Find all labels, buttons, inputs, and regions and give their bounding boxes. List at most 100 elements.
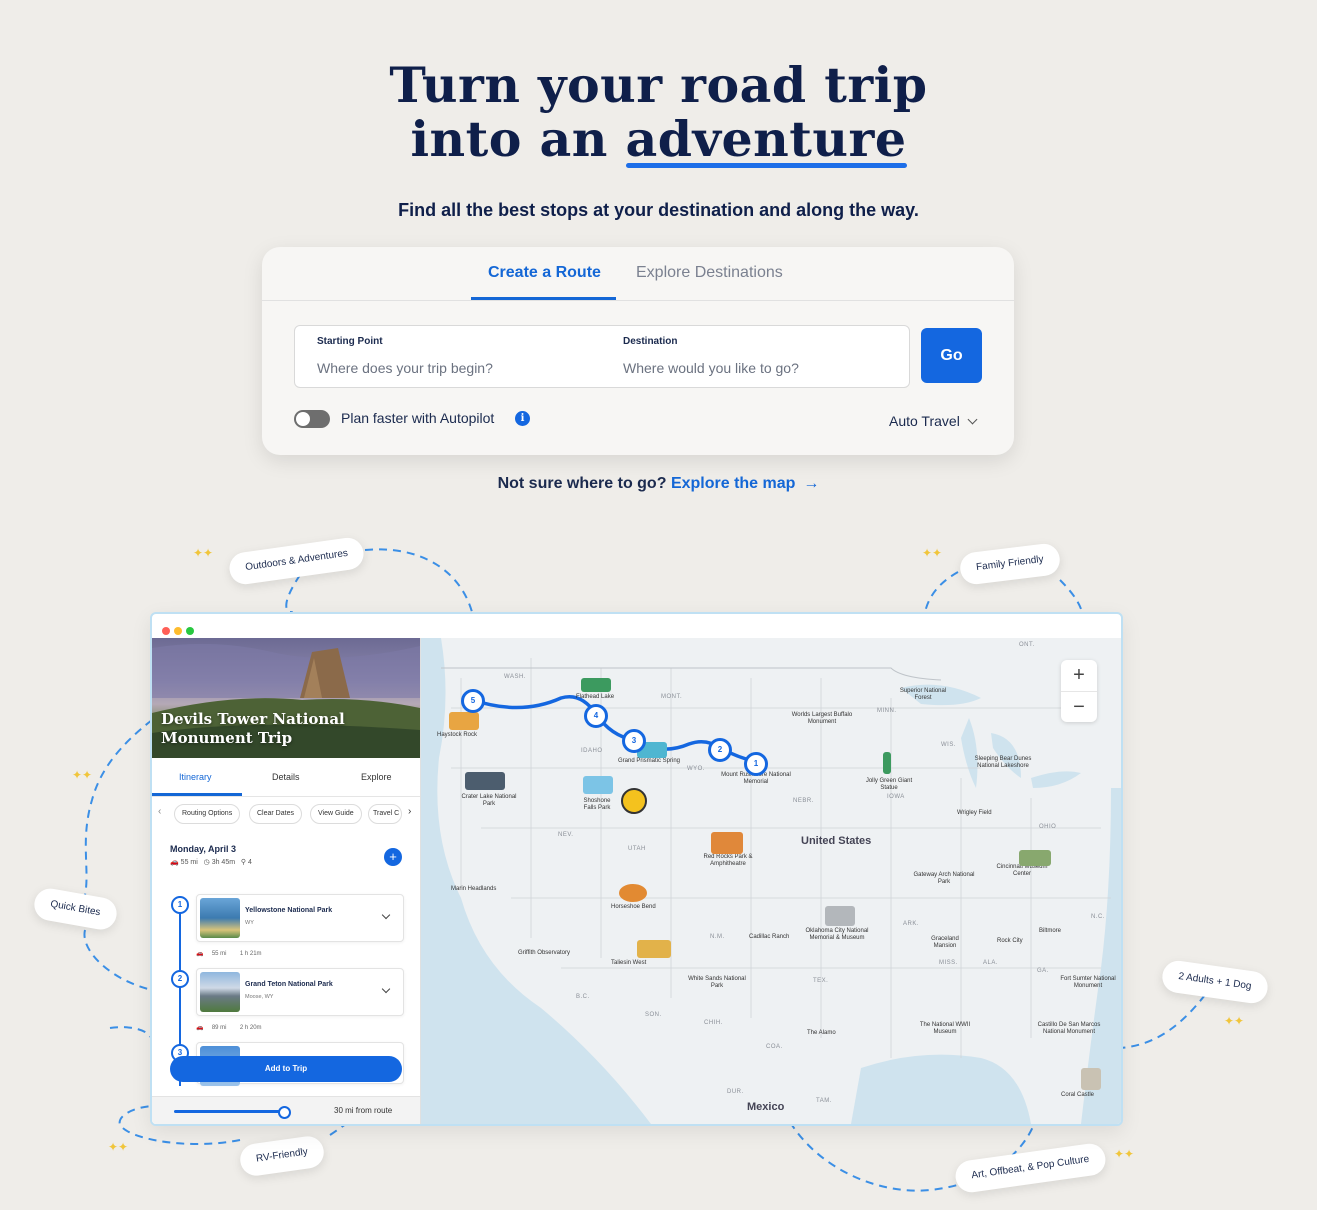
place-buffalo-monument[interactable]: Worlds Largest Buffalo Monument (787, 712, 857, 726)
chevron-left-icon[interactable]: ‹ (158, 806, 161, 817)
trip-title-line2: Monument Trip (161, 729, 293, 747)
place-the-alamo[interactable]: The Alamo (807, 1030, 836, 1037)
starting-point-field[interactable]: Starting Point Where does your trip begi… (295, 326, 601, 387)
place-flathead-lake[interactable]: Flathead Lake (576, 694, 614, 701)
stop-card-yellowstone[interactable]: Yellowstone National Park WY (196, 894, 404, 942)
chevron-down-icon[interactable] (381, 910, 391, 920)
route-marker-4[interactable]: 4 (584, 704, 608, 728)
zoom-in-button[interactable]: + (1061, 660, 1097, 692)
chevron-right-icon[interactable]: › (408, 806, 411, 817)
stop-drive-info: 🚗 55 mi 1 h 21m (196, 950, 262, 957)
place-wrigley-field[interactable]: Wrigley Field (957, 810, 992, 817)
campfire-icon (621, 788, 647, 814)
active-tab-indicator (152, 793, 242, 796)
place-castillo-de-san-marcos[interactable]: Castillo De San Marcos National Monument (1035, 1022, 1103, 1036)
state-label: TAM. (816, 1098, 832, 1104)
country-name: United States (801, 835, 872, 847)
arrow-right-icon[interactable]: → (803, 475, 819, 492)
place-biltmore[interactable]: Biltmore (1039, 928, 1061, 935)
explore-question: Not sure where to go? (497, 475, 667, 492)
info-icon[interactable]: i (515, 411, 530, 426)
place-graceland[interactable]: Graceland Mansion (921, 936, 969, 950)
place-jolly-green-giant[interactable]: Jolly Green Giant Statue (863, 778, 915, 792)
state-label: UTAH (628, 846, 646, 852)
state-label: NEBR. (793, 798, 814, 804)
route-marker-2[interactable]: 2 (708, 738, 732, 762)
place-griffith-observatory[interactable]: Griffith Observatory (517, 950, 571, 957)
place-red-rocks[interactable]: Red Rocks Park & Amphitheatre (693, 854, 763, 868)
clear-dates-chip[interactable]: Clear Dates (249, 804, 302, 824)
place-taliesin-west[interactable]: Taliesin West (611, 960, 646, 967)
state-label: WYO. (687, 766, 705, 772)
stop-thumbnail (200, 972, 240, 1012)
place-okc-memorial[interactable]: Oklahoma City National Memorial & Museum (805, 928, 869, 942)
tab-itinerary[interactable]: Itinerary (179, 772, 212, 782)
route-marker-5[interactable]: 5 (461, 689, 485, 713)
place-crater-lake[interactable]: Crater Lake National Park (461, 794, 517, 808)
day-stop-count: 4 (248, 859, 252, 866)
place-superior-forest[interactable]: Superior National Forest (895, 688, 951, 702)
trip-map[interactable]: WASH. MONT. IDAHO WYO. NEV. UTAH N.M. TE… (421, 638, 1121, 1124)
routing-options-chip[interactable]: Routing Options (174, 804, 241, 824)
go-button[interactable]: Go (921, 328, 982, 383)
starting-point-input[interactable]: Where does your trip begin? (317, 360, 493, 376)
tab-details[interactable]: Details (272, 772, 300, 782)
tab-explore[interactable]: Explore (361, 772, 392, 782)
place-coral-castle[interactable]: Coral Castle (1061, 1092, 1094, 1099)
landmark-icon (1081, 1068, 1101, 1090)
zoom-out-button[interactable]: − (1061, 692, 1097, 723)
state-label: SON. (645, 1012, 662, 1018)
chevron-down-icon[interactable] (381, 984, 391, 994)
autopilot-toggle[interactable] (294, 410, 330, 428)
place-horseshoe-bend[interactable]: Horseshoe Bend (611, 904, 656, 911)
route-radius-slider: 30 mi from route (152, 1096, 420, 1124)
place-wwii-museum[interactable]: The National WWII Museum (917, 1022, 973, 1036)
trip-title-line1: Devils Tower National (161, 710, 345, 728)
place-rock-city[interactable]: Rock City (997, 938, 1023, 945)
place-cadillac-ranch[interactable]: Cadillac Ranch (749, 934, 789, 941)
tab-create-route[interactable]: Create a Route (488, 264, 601, 282)
state-label: OHIO (1039, 824, 1057, 830)
add-stop-button[interactable]: + (384, 848, 402, 866)
slider-handle[interactable] (278, 1106, 291, 1119)
route-marker-3[interactable]: 3 (622, 729, 646, 753)
place-sleeping-bear[interactable]: Sleeping Bear Dunes National Lakeshore (967, 756, 1039, 770)
landmark-icon (711, 832, 743, 854)
starting-point-label: Starting Point (317, 336, 383, 347)
itinerary-actions: ‹ Routing Options Clear Dates View Guide… (152, 804, 420, 826)
sparkle-icon: ✦✦ (193, 546, 214, 560)
slider-track (174, 1110, 282, 1113)
place-cincinnati-museum[interactable]: Cincinnati Museum Center (991, 864, 1053, 878)
state-label: CHIH. (704, 1020, 723, 1026)
state-label: NEV. (558, 832, 574, 838)
country-label: Mexico (747, 1101, 785, 1113)
view-guide-chip[interactable]: View Guide (310, 804, 362, 824)
hero-title: Turn your road trip into an adventure (0, 58, 1317, 168)
stop-card-grand-teton[interactable]: Grand Teton National Park Moose, WY (196, 968, 404, 1016)
route-inputs: Starting Point Where does your trip begi… (294, 325, 910, 388)
destination-input[interactable]: Where would you like to go? (623, 360, 799, 376)
stop-drive-info: 🚗 89 mi 2 h 20m (196, 1024, 262, 1031)
destination-field[interactable]: Destination Where would you like to go? (601, 326, 909, 387)
place-marin-headlands[interactable]: Marin Headlands (451, 886, 496, 893)
trip-sidebar: Devils Tower National Monument Trip Itin… (152, 638, 421, 1124)
place-grand-prismatic-spring[interactable]: Grand Prismatic Spring (617, 758, 681, 765)
trip-title: Devils Tower National Monument Trip (161, 710, 345, 748)
place-fort-sumter[interactable]: Fort Sumter National Monument (1053, 976, 1121, 990)
tab-explore-destinations[interactable]: Explore Destinations (636, 264, 783, 282)
place-shoshone-falls[interactable]: Shoshone Falls Park (577, 798, 617, 812)
route-marker-1[interactable]: 1 (744, 752, 768, 776)
travel-chip[interactable]: Travel C (368, 804, 402, 824)
landmark-icon (637, 940, 671, 958)
sparkle-icon: ✦✦ (1224, 1014, 1245, 1028)
travel-mode-select[interactable]: Auto Travel (889, 413, 978, 429)
day-stats: 🚗 55 mi ◷ 3h 45m ⚲ 4 (170, 858, 252, 866)
place-gateway-arch[interactable]: Gateway Arch National Park (911, 872, 977, 886)
place-haystock-rock[interactable]: Haystock Rock (437, 732, 477, 739)
add-to-trip-button[interactable]: Add to Trip (170, 1056, 402, 1082)
state-label: ONT. (1019, 642, 1035, 648)
place-white-sands[interactable]: White Sands National Park (687, 976, 747, 990)
explore-map-link[interactable]: Explore the map (671, 475, 795, 492)
giant-statue-icon (883, 752, 891, 774)
pill-adults-dog: 2 Adults + 1 Dog (1160, 958, 1270, 1006)
